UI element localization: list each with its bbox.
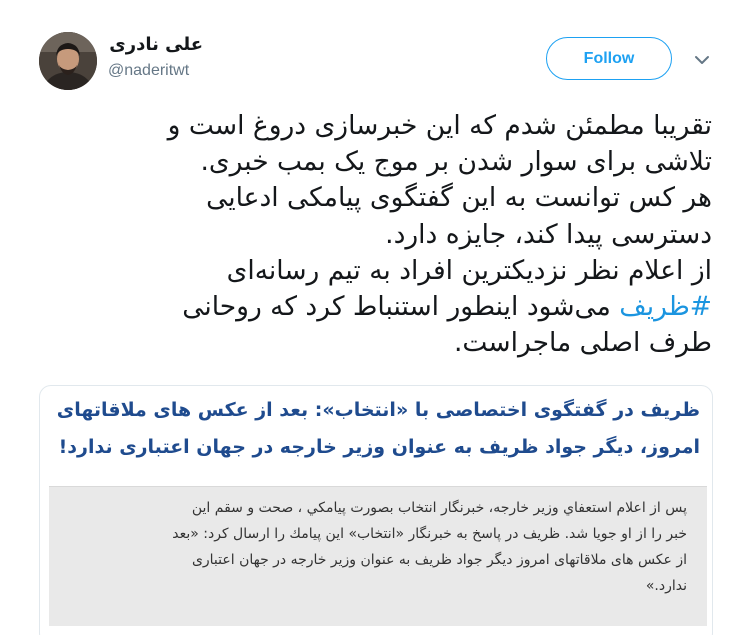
link-preview-card[interactable]: ظریف در گفتگوی اختصاصی با «انتخاب»: بعد … [39,385,713,635]
card-headline-line: امروز، دیگر جواد ظریف به عنوان وزیر خارج… [58,436,700,458]
author-name[interactable]: علی نادری [108,34,203,55]
hashtag-link[interactable]: #ظریف [619,291,712,322]
tweet-line: طرف اصلی ماجراست. [453,327,712,359]
tweet-line-with-hashtag: #ظریف می‌شود اینطور استنباط کرد که روحان… [20,289,712,325]
card-body: پس از اعلام استعفاي وزير خارجه، خبرنگار … [69,495,687,599]
card-body-line: پس از اعلام استعفاي وزير خارجه، خبرنگار … [191,500,687,516]
card-headline-line: ظریف در گفتگوی اختصاصی با «انتخاب»: بعد … [56,399,700,421]
tweet-line-rest: می‌شود اینطور استنباط کرد که روحانی [182,290,611,322]
tweet-line: دسترسی پیدا کند، جایزه دارد. [385,218,712,250]
author-handle[interactable]: @naderitwt [108,62,189,80]
card-body-line: ندارد.» [645,578,687,594]
tweet-text: تقریبا مطمئن شدم که این خبرسازی دروغ است… [20,108,712,361]
tweet-line: تلاشی برای سوار شدن بر موج یک بمب خبری. [200,146,712,178]
card-body-line: از عکس های ملاقاتهای امروز دیگر جواد ظری… [191,552,687,568]
card-body-line: خبر را از او جويا شد. ظریف در پاسخ به خب… [172,526,687,542]
card-headline: ظریف در گفتگوی اختصاصی با «انتخاب»: بعد … [54,392,700,466]
chevron-down-icon[interactable] [693,52,711,66]
avatar[interactable] [39,32,97,90]
card-body-box: پس از اعلام استعفاي وزير خارجه، خبرنگار … [49,486,707,626]
tweet-line: از اعلام نظر نزدیکترین افراد به تیم رسان… [226,254,712,286]
tweet-line: تقریبا مطمئن شدم که این خبرسازی دروغ است… [167,110,712,141]
follow-button[interactable]: Follow [546,37,672,80]
tweet-line: هر کس توانست به این گفتگوی پیامکی ادعایی [206,182,712,214]
profile-photo-icon [39,32,97,90]
